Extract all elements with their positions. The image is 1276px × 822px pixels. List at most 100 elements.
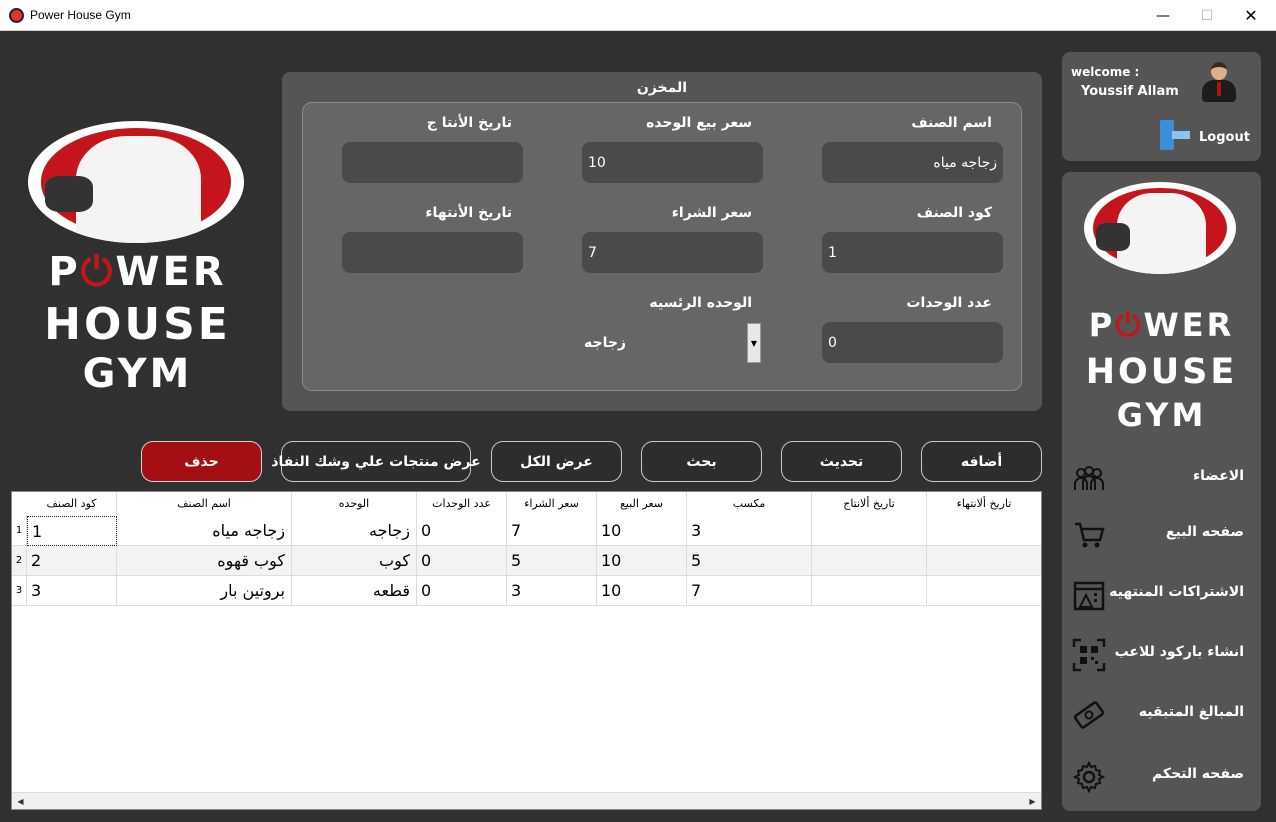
column-header[interactable]: تاريخ ألانتاج (812, 492, 927, 516)
table-cell[interactable]: 5 (687, 546, 812, 576)
logout-button[interactable]: Logout (1199, 130, 1250, 145)
table-cell[interactable]: 3 (507, 576, 597, 606)
logo-line-house: HOUSE (1085, 352, 1238, 392)
buy-price-label: سعر الشراء (671, 205, 752, 221)
dropdown-arrow-icon[interactable]: ▼ (747, 323, 761, 363)
buy-price-input[interactable]: 7 (582, 232, 763, 273)
table-cell[interactable]: كوب قهوه (117, 546, 292, 576)
production-date-input[interactable] (342, 142, 523, 183)
table-cell[interactable]: 10 (597, 546, 687, 576)
row-number[interactable]: 2 (12, 546, 27, 576)
table-cell[interactable]: 2 (27, 546, 117, 576)
units-count-label: عدد الوحدات (906, 295, 992, 311)
main-area: P⏻WER HOUSE GYM المخزن اسم الصنف زجاجه م… (0, 31, 1276, 822)
members-icon (1074, 466, 1104, 490)
table-cell[interactable] (812, 576, 927, 606)
logo-line-power: P⏻WER (48, 249, 227, 295)
money-icon (1073, 701, 1105, 729)
units-count-input[interactable]: 0 (822, 322, 1003, 363)
column-header[interactable]: تاريخ ألانتهاء (927, 492, 1041, 516)
qr-code-icon (1072, 638, 1106, 672)
table-cell[interactable]: زجاجه مياه (117, 516, 292, 546)
sidebar-item-label: الاعضاء (1193, 468, 1244, 484)
table-cell[interactable]: 3 (27, 576, 117, 606)
bodybuilder-emblem-icon (28, 121, 244, 243)
maximize-button[interactable]: ☐ (1184, 0, 1230, 31)
table-cell[interactable]: 1 (27, 516, 117, 546)
column-header[interactable]: كود الصنف (27, 492, 117, 516)
table-cell[interactable]: 0 (417, 576, 507, 606)
table-cell[interactable]: كوب (292, 546, 417, 576)
table-cell[interactable]: 3 (687, 516, 812, 546)
horizontal-scrollbar[interactable]: ◀ ▶ (12, 792, 1041, 809)
near-expiry-button[interactable]: عرض منتجات علي وشك النفاذ (271, 441, 481, 482)
logout-icon[interactable] (1160, 120, 1192, 152)
table-cell[interactable]: زجاجه (292, 516, 417, 546)
sidebar-item-members[interactable]: الاعضاء (1062, 458, 1261, 498)
table-cell[interactable]: قطعه (292, 576, 417, 606)
user-panel: welcome : Youssif Allam Logout (1062, 52, 1261, 161)
add-button[interactable]: أضافه (921, 441, 1042, 482)
table-cell[interactable]: بروتين بار (117, 576, 292, 606)
main-unit-select[interactable]: زجاجه (584, 335, 626, 351)
form-fields-box: اسم الصنف زجاجه مياه سعر بيع الوحده 10 ت… (302, 102, 1022, 391)
close-button[interactable]: ✕ (1228, 0, 1274, 31)
update-button[interactable]: تحديث (781, 441, 902, 482)
sidebar-item-remaining[interactable]: المبالغ المتبقيه (1062, 694, 1261, 734)
search-button[interactable]: بحث (641, 441, 762, 482)
sidebar-item-label: المبالغ المتبقيه (1138, 704, 1244, 720)
window-titlebar: Power House Gym — ☐ ✕ (0, 0, 1276, 31)
table-cell[interactable]: 0 (417, 546, 507, 576)
column-header[interactable]: عدد الوحدات (417, 492, 507, 516)
table-cell[interactable] (927, 546, 1041, 576)
app-icon (9, 8, 24, 23)
sidebar-item-expired[interactable]: الاشتراكات المنتهيه (1062, 574, 1261, 614)
expiry-date-input[interactable] (342, 232, 523, 273)
column-header[interactable]: الوحده (292, 492, 417, 516)
scroll-left-icon[interactable]: ◀ (12, 793, 29, 809)
table-cell[interactable]: 10 (597, 516, 687, 546)
table-row[interactable]: 1 1 زجاجه مياه زجاجه 0 7 10 3 (12, 516, 1041, 546)
table-row[interactable]: 3 3 بروتين بار قطعه 0 3 10 7 (12, 576, 1041, 606)
welcome-label: welcome : (1071, 65, 1140, 79)
table-cell[interactable] (812, 516, 927, 546)
main-unit-label: الوحده الرئسيه (649, 295, 752, 311)
gear-icon (1072, 760, 1106, 794)
column-header[interactable]: مكسب (687, 492, 812, 516)
production-date-label: تاريخ الأنتا ج (426, 115, 512, 131)
sidebar-item-barcode[interactable]: انشاء باركود للاعب (1062, 634, 1261, 674)
table-cell[interactable] (927, 516, 1041, 546)
table-cell[interactable] (927, 576, 1041, 606)
form-title: المخزن (636, 80, 688, 96)
expiry-date-label: تاريخ الأنتهاء (425, 205, 512, 221)
item-name-input[interactable]: زجاجه مياه (822, 142, 1003, 183)
table-cell[interactable]: 0 (417, 516, 507, 546)
avatar (1199, 60, 1239, 104)
table-cell[interactable]: 10 (597, 576, 687, 606)
scroll-right-icon[interactable]: ▶ (1024, 793, 1041, 809)
table-cell[interactable] (812, 546, 927, 576)
sidebar-item-label: الاشتراكات المنتهيه (1109, 584, 1244, 600)
sidebar-item-sales[interactable]: صفحه البيع (1062, 514, 1261, 554)
sidebar-item-label: صفحه التحكم (1151, 766, 1244, 782)
table-cell[interactable]: 7 (507, 516, 597, 546)
item-code-input[interactable]: 1 (822, 232, 1003, 273)
table-cell[interactable]: 5 (507, 546, 597, 576)
table-cell[interactable]: 7 (687, 576, 812, 606)
minimize-button[interactable]: — (1140, 0, 1186, 31)
table-row[interactable]: 2 2 كوب قهوه كوب 0 5 10 5 (12, 546, 1041, 576)
inventory-table[interactable]: كود الصنف اسم الصنف الوحده عدد الوحدات س… (11, 491, 1042, 810)
column-header[interactable]: سعر الشراء (507, 492, 597, 516)
bodybuilder-emblem-icon (1084, 182, 1236, 274)
column-header[interactable]: اسم الصنف (117, 492, 292, 516)
show-all-button[interactable]: عرض الكل (491, 441, 622, 482)
row-number[interactable]: 3 (12, 576, 27, 606)
sidebar-item-dashboard[interactable]: صفحه التحكم (1062, 756, 1261, 796)
column-header[interactable]: سعر البيع (597, 492, 687, 516)
row-number[interactable]: 1 (12, 516, 27, 546)
delete-button[interactable]: حذف (141, 441, 262, 482)
sell-price-input[interactable]: 10 (582, 142, 763, 183)
cart-icon (1075, 522, 1105, 548)
logo-line-gym: GYM (1116, 396, 1207, 434)
sidebar-item-label: صفحه البيع (1165, 524, 1244, 540)
